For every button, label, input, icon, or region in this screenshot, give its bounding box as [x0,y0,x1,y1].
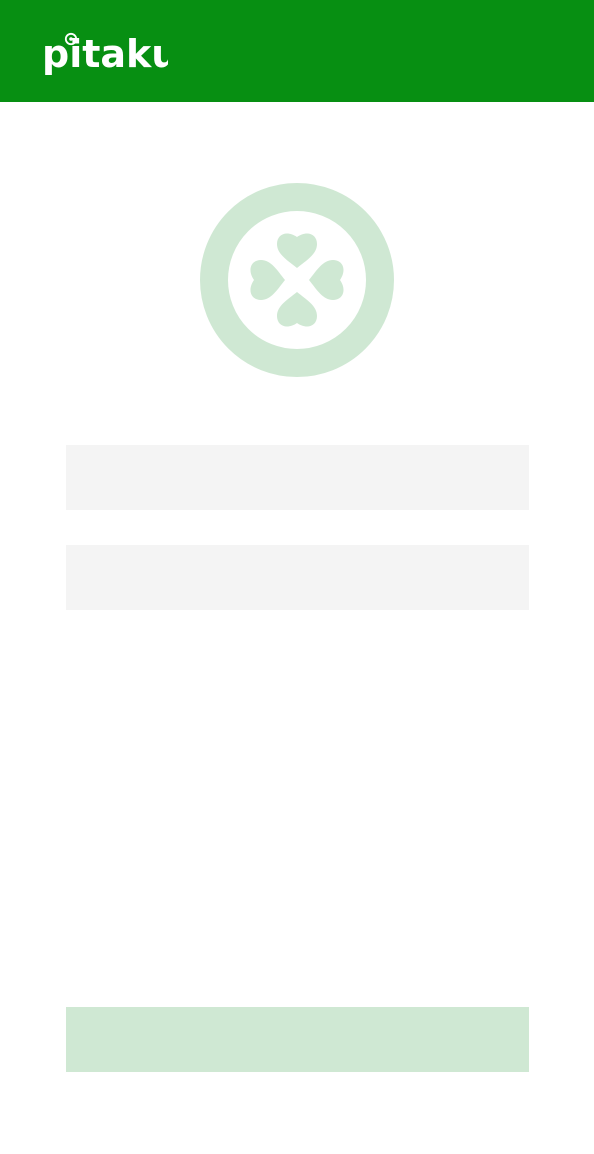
second-input-field[interactable] [66,545,529,610]
submit-button[interactable] [66,1007,529,1072]
clover-avatar [200,183,394,377]
pitaku-logo[interactable]: pitaku [42,31,168,79]
logo-text: pitaku [42,32,168,76]
clover-icon [250,233,344,327]
first-input-field[interactable] [66,445,529,510]
app-header: pitaku [0,0,594,102]
